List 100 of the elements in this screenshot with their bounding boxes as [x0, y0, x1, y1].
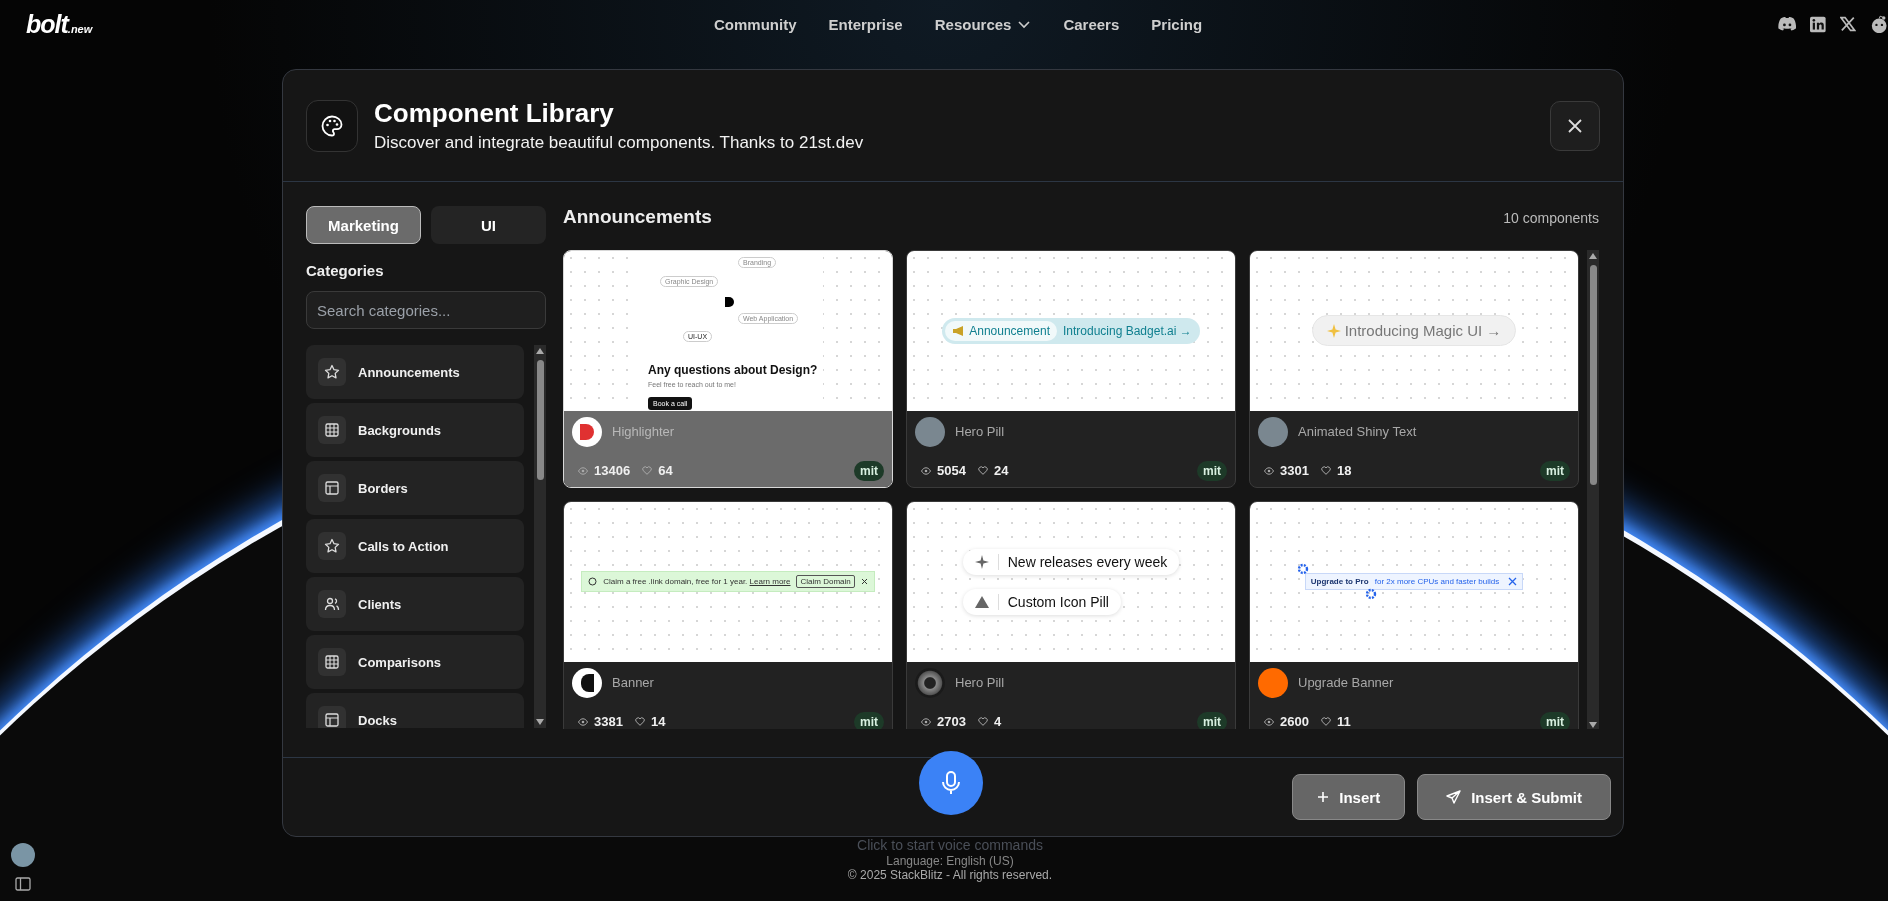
layout-icon — [324, 712, 340, 728]
logo-avatar — [1258, 667, 1288, 698]
preview-pill: Custom Icon Pill — [962, 588, 1121, 615]
insert-button[interactable]: Insert — [1292, 774, 1406, 820]
component-name: Hero Pill — [955, 424, 1005, 440]
view-count: 13406 — [594, 463, 631, 479]
search-field[interactable]: Search categories... — [306, 291, 546, 329]
heart-icon — [634, 717, 645, 727]
microphone-icon — [941, 771, 961, 795]
component-card[interactable]: New releases every week Custom Icon Pill Hero Pill 2703 4 mit — [906, 500, 1236, 729]
grid-icon — [324, 422, 340, 438]
plus-icon — [1317, 791, 1330, 803]
preview-badge: Announcement — [945, 320, 1057, 341]
eye-icon — [578, 466, 588, 475]
grid-icon — [324, 654, 340, 670]
component-card[interactable]: Upgrade to Pro for 2x more CPUs and faster builds Upgrade Banner 2600 11 mit — [1249, 500, 1579, 729]
gear-icon — [1296, 563, 1309, 576]
heart-icon — [977, 717, 988, 727]
reddit-icon[interactable] — [1869, 15, 1888, 33]
component-name: Highlighter — [612, 424, 675, 440]
component-name: Animated Shiny Text — [1298, 424, 1417, 440]
logo-avatar — [915, 667, 945, 698]
view-count: 5054 — [937, 463, 966, 479]
like-count: 14 — [650, 714, 666, 729]
close-icon — [1508, 577, 1518, 587]
nav-link[interactable]: Careers — [1063, 15, 1120, 33]
eye-icon — [578, 717, 588, 726]
copyright-text: © 2025 StackBlitz - All rights reserved. — [847, 868, 1053, 882]
heart-icon — [1320, 466, 1331, 476]
dialog-subtitle: Discover and integrate beautiful components. Thanks to 21st.dev — [374, 133, 865, 153]
component-card[interactable]: Announcement Introducing Badget.ai → Hero Pill 5054 24 mit — [906, 249, 1236, 488]
license-badge: mit — [1540, 711, 1570, 729]
category-item[interactable]: Calls to Action — [306, 519, 524, 573]
nav-link[interactable]: Enterprise — [828, 15, 903, 33]
view-count: 2600 — [1280, 714, 1309, 729]
preview-heading: Any questions about Design? — [648, 362, 818, 377]
eye-icon — [1264, 466, 1274, 475]
categories-heading: Categories — [306, 262, 385, 279]
linkedin-icon[interactable] — [1810, 15, 1826, 33]
heart-icon — [1320, 717, 1331, 727]
language-label: Language: English (US) — [886, 854, 1014, 868]
triangle-icon — [974, 595, 989, 608]
preview-text: Introducing Badget.ai → — [1063, 323, 1192, 338]
preview-banner: Upgrade to Pro for 2x more CPUs and faster builds — [1304, 573, 1524, 591]
preview-pill: Introducing Magic UI → — [1311, 315, 1517, 347]
license-badge: mit — [1197, 460, 1227, 481]
like-count: 11 — [1336, 714, 1351, 729]
category-item[interactable]: Backgrounds — [306, 403, 524, 457]
logo[interactable]: bolt.new — [26, 9, 546, 39]
link-icon — [588, 577, 598, 587]
heart-icon — [642, 466, 653, 476]
logo-icon — [724, 296, 734, 307]
category-item[interactable]: Announcements — [306, 345, 524, 399]
category-item[interactable]: Docks — [306, 693, 524, 728]
category-item[interactable]: Comparisons — [306, 635, 524, 689]
nav-link[interactable]: Resources — [934, 15, 1032, 33]
license-badge: mit — [1540, 460, 1570, 481]
component-count: 10 components — [1503, 210, 1599, 226]
view-count: 3301 — [1280, 463, 1309, 479]
dialog-title: Component Library — [374, 98, 615, 129]
component-name: Upgrade Banner — [1298, 675, 1394, 691]
eye-icon — [1264, 717, 1274, 726]
layout-icon — [324, 480, 340, 496]
like-count: 64 — [658, 463, 673, 479]
license-badge: mit — [854, 460, 884, 481]
category-tab[interactable]: UI — [431, 206, 546, 244]
send-icon — [1446, 789, 1462, 805]
heart-icon — [977, 466, 988, 476]
eye-icon — [921, 466, 931, 475]
insert-submit-button[interactable]: Insert & Submit — [1417, 774, 1611, 820]
users-icon — [324, 596, 340, 612]
logo-avatar — [572, 667, 602, 698]
like-count: 18 — [1336, 463, 1352, 479]
component-card[interactable]: Claim a free .link domain, free for 1 year. Learn more Claim Domain Banner 3381 14 mit — [563, 500, 893, 729]
license-badge: mit — [1197, 711, 1227, 729]
like-count: 4 — [993, 714, 1002, 729]
avatar-placeholder — [1258, 416, 1288, 447]
x-logo-icon[interactable] — [1840, 16, 1856, 32]
view-count: 2703 — [937, 714, 966, 729]
sidebar-toggle-icon[interactable] — [15, 877, 31, 891]
sparkle-icon — [974, 554, 989, 569]
discord-icon[interactable] — [1778, 16, 1797, 32]
avatar-placeholder — [915, 416, 945, 447]
scrollbar[interactable] — [534, 345, 546, 728]
close-button[interactable] — [1550, 100, 1600, 151]
nav-link[interactable]: Community — [714, 15, 797, 33]
palette-icon — [320, 113, 344, 138]
category-item[interactable]: Borders — [306, 461, 524, 515]
preview-pill: New releases every week — [962, 548, 1180, 575]
category-item[interactable]: Clients — [306, 577, 524, 631]
close-icon — [860, 578, 868, 586]
scrollbar[interactable] — [1587, 249, 1599, 729]
component-name: Hero Pill — [955, 675, 1005, 691]
component-card[interactable]: Introducing Magic UI → Animated Shiny Text 3301 18 mit — [1249, 249, 1579, 488]
star-icon — [324, 364, 340, 380]
category-tab[interactable]: Marketing — [306, 206, 421, 244]
preview-banner: Claim a free .link domain, free for 1 year. Learn more Claim Domain — [581, 571, 875, 593]
close-icon — [1566, 116, 1584, 135]
nav-link[interactable]: Pricing — [1151, 15, 1203, 33]
star-icon — [324, 538, 340, 554]
